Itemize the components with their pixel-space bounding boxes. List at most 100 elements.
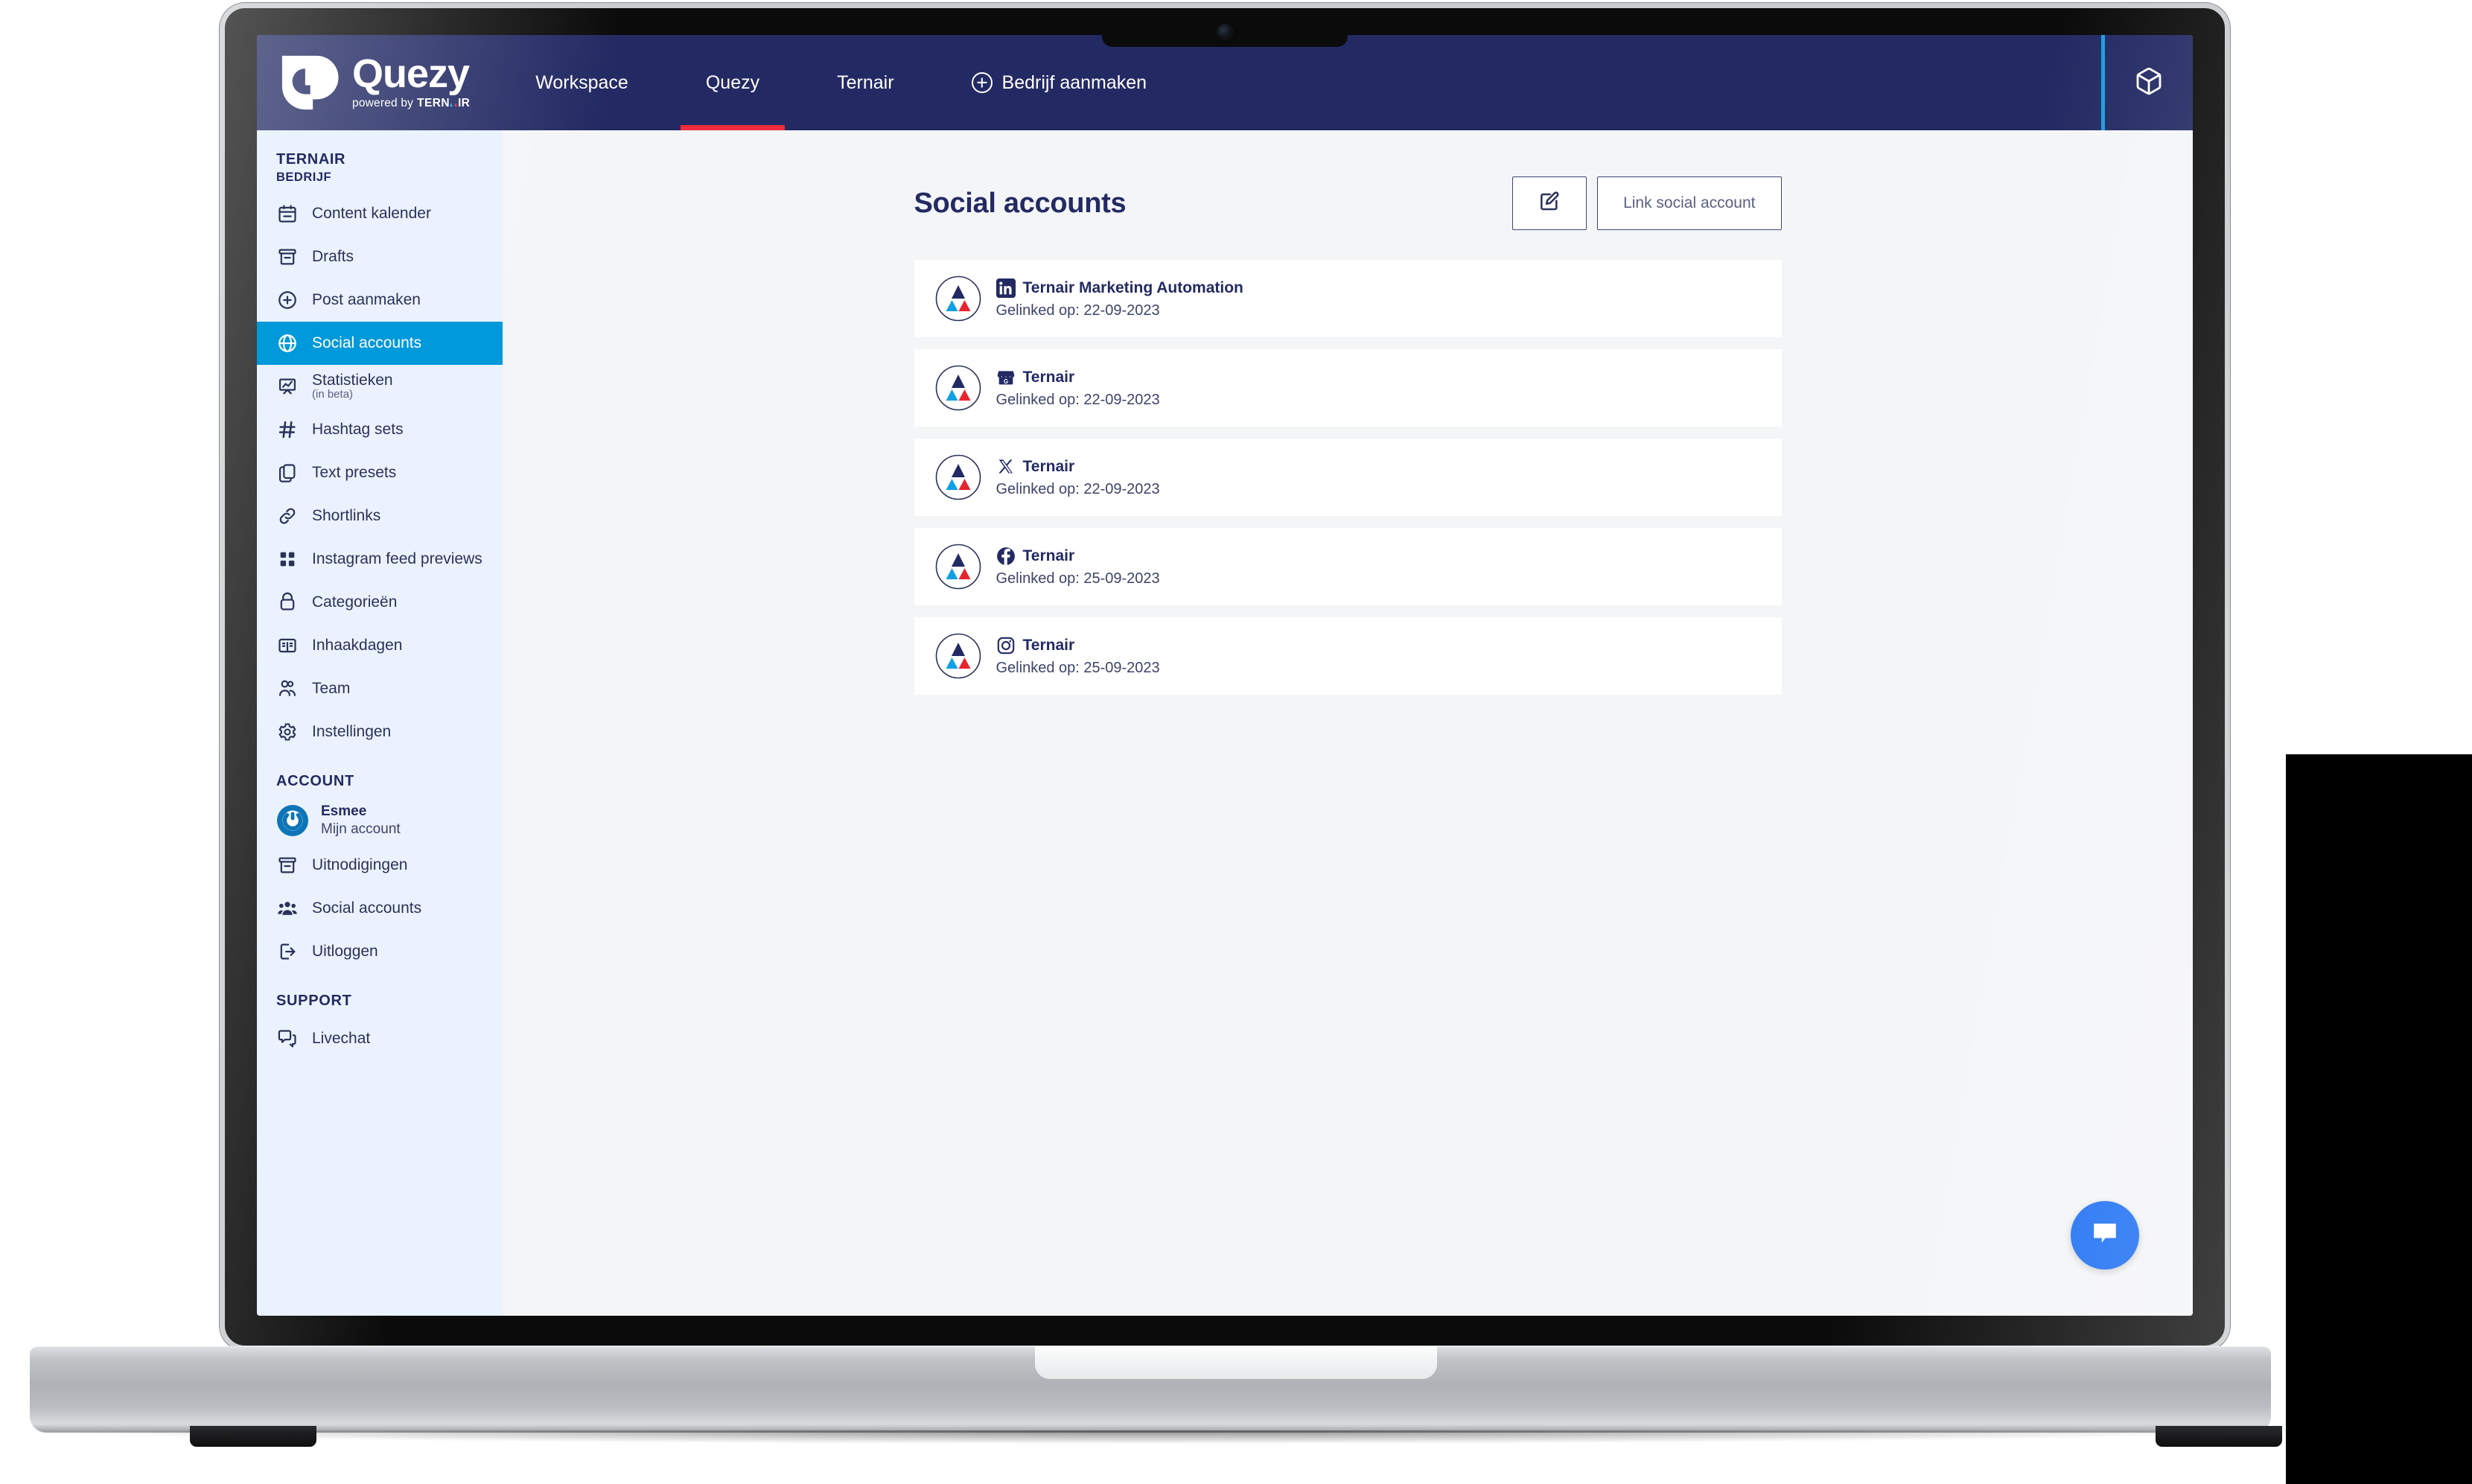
livechat-fab-button[interactable]	[2071, 1201, 2139, 1270]
sidebar-item-label: Statistieken	[312, 371, 393, 389]
sidebar-item-label: Categorieën	[312, 593, 398, 611]
account-info: G Ternair Gelinked op: 22-09-2023	[996, 368, 1160, 409]
sidebar-item-social-accounts[interactable]: Social accounts	[257, 322, 503, 365]
grid-icon	[276, 548, 299, 570]
nav-item-ternair[interactable]: Ternair	[798, 35, 932, 130]
sidebar: TERNAIR BEDRIJF Content kalender Drafts …	[257, 130, 503, 1316]
sidebar-item-label: Instellingen	[312, 723, 392, 740]
sidebar-item-instagram-feed-previews[interactable]: Instagram feed previews	[257, 538, 503, 581]
sidebar-org-header: TERNAIR BEDRIJF	[257, 147, 503, 192]
chat-icon	[276, 1028, 299, 1050]
sidebar-org-name: TERNAIR	[276, 151, 346, 168]
nav-item-workspace[interactable]: Workspace	[497, 35, 667, 130]
app-body: TERNAIR BEDRIJF Content kalender Drafts …	[257, 130, 2193, 1316]
instagram-icon	[996, 636, 1016, 656]
table-row[interactable]: G Ternair Gelinked op: 22-09-2023	[914, 349, 1782, 427]
sidebar-item-label: Drafts	[312, 248, 354, 265]
users-icon	[276, 678, 299, 700]
sidebar-account-sublabel: Mijn account	[321, 821, 401, 837]
sidebar-item-content-kalender[interactable]: Content kalender	[257, 192, 503, 235]
brand-logo[interactable]: Quezy powered by TERN IR	[276, 51, 470, 115]
nav-item-bedrijf-aanmaken[interactable]: Bedrijf aanmaken	[933, 35, 1186, 130]
content-container: Social accounts Link social account Tern…	[914, 176, 1782, 695]
nav-item-quezy-label: Quezy	[705, 71, 760, 93]
sidebar-item-team[interactable]: Team	[257, 667, 503, 710]
avatar	[935, 633, 981, 679]
account-info: Ternair Marketing Automation Gelinked op…	[996, 278, 1243, 319]
account-name: Ternair	[1022, 458, 1075, 475]
sidebar-item-label: Inhaakdagen	[312, 637, 403, 654]
sidebar-item-instellingen[interactable]: Instellingen	[257, 710, 503, 754]
table-row[interactable]: Ternair Gelinked op: 25-09-2023	[914, 528, 1782, 605]
ternair-triangle-a-icon	[450, 98, 458, 107]
top-navigation-bar: Quezy powered by TERN IR Workspace Quezy…	[257, 35, 2193, 130]
sidebar-item-uitnodigingen[interactable]: Uitnodigingen	[257, 844, 503, 887]
avatar	[935, 454, 981, 500]
sidebar-item-hashtag-sets[interactable]: Hashtag sets	[257, 408, 503, 451]
sidebar-account-name: Esmee	[321, 803, 367, 819]
edit-square-icon	[1538, 190, 1561, 217]
account-name: Ternair	[1022, 637, 1075, 654]
laptop-shadow	[45, 1430, 2256, 1444]
google-business-icon: G	[996, 368, 1016, 388]
main-content: Social accounts Link social account Tern…	[503, 130, 2193, 1316]
sidebar-item-label: Shortlinks	[312, 507, 381, 524]
globe-icon	[276, 332, 299, 354]
sidebar-item-livechat[interactable]: Livechat	[257, 1017, 503, 1060]
sidebar-item-label: Hashtag sets	[312, 421, 404, 438]
sidebar-section-support: SUPPORT	[276, 993, 352, 1009]
cube-icon-button[interactable]	[2105, 35, 2193, 130]
sidebar-item-mijn-account[interactable]: Esmee Mijn account	[257, 797, 503, 844]
account-name: Ternair	[1022, 369, 1075, 386]
account-linked-date: Gelinked op: 22-09-2023	[996, 480, 1160, 497]
sidebar-item-text-presets[interactable]: Text presets	[257, 451, 503, 494]
calendar-icon	[276, 203, 299, 225]
plus-circle-icon	[971, 72, 993, 93]
sidebar-item-drafts[interactable]: Drafts	[257, 235, 503, 278]
table-row[interactable]: Ternair Marketing Automation Gelinked op…	[914, 260, 1782, 337]
svg-text:G: G	[1004, 378, 1008, 385]
page-header-actions: Link social account	[1512, 176, 1782, 230]
copy-icon	[276, 462, 299, 484]
sidebar-item-sublabel: (in beta)	[312, 388, 354, 401]
account-name-row: Ternair	[996, 636, 1160, 656]
link-social-account-button[interactable]: Link social account	[1597, 176, 1782, 230]
sidebar-item-inhaakdagen[interactable]: Inhaakdagen	[257, 624, 503, 667]
nav-item-workspace-label: Workspace	[535, 71, 628, 93]
sidebar-item-statistieken[interactable]: Statistieken (in beta)	[257, 365, 503, 408]
account-name-row: G Ternair	[996, 368, 1160, 388]
ternair-pre: TERN	[417, 97, 450, 110]
sidebar-item-uitloggen[interactable]: Uitloggen	[257, 930, 503, 973]
gear-icon	[276, 721, 299, 743]
ternair-post: IR	[457, 97, 471, 110]
nav-item-quezy[interactable]: Quezy	[667, 35, 798, 130]
edit-button[interactable]	[1512, 176, 1587, 230]
table-row[interactable]: Ternair Gelinked op: 22-09-2023	[914, 439, 1782, 516]
top-nav-items: Workspace Quezy Ternair Bedrijf aanmaken	[497, 35, 1185, 130]
sidebar-item-categorieen[interactable]: Categorieën	[257, 581, 503, 624]
nav-item-bedrijf-aanmaken-label: Bedrijf aanmaken	[1001, 71, 1147, 93]
account-linked-date: Gelinked op: 22-09-2023	[996, 302, 1160, 319]
sidebar-item-post-aanmaken[interactable]: Post aanmaken	[257, 278, 503, 322]
table-row[interactable]: Ternair Gelinked op: 25-09-2023	[914, 617, 1782, 695]
cube-icon	[2134, 66, 2164, 100]
chat-bubble-icon	[2087, 1216, 2123, 1255]
account-linked-date: Gelinked op: 25-09-2023	[996, 570, 1160, 587]
sidebar-item-shortlinks[interactable]: Shortlinks	[257, 494, 503, 538]
account-name-row: Ternair Marketing Automation	[996, 278, 1243, 299]
x-twitter-icon	[996, 457, 1016, 477]
sidebar-item-label: Team	[312, 680, 351, 697]
archive-icon	[276, 246, 299, 268]
avatar	[935, 365, 981, 411]
sidebar-item-label: Social accounts	[312, 334, 422, 351]
sidebar-item-account-social-accounts[interactable]: Social accounts	[257, 887, 503, 930]
brand-name: Quezy	[352, 51, 470, 96]
sidebar-item-label: Uitnodigingen	[312, 856, 408, 873]
link-icon	[276, 505, 299, 527]
brand-tagline-ternair: TERN IR	[417, 97, 470, 110]
avatar	[276, 804, 309, 837]
users-group-icon	[276, 897, 299, 920]
sidebar-item-label: Social accounts	[312, 899, 422, 917]
page-header: Social accounts Link social account	[914, 176, 1782, 230]
account-linked-date: Gelinked op: 22-09-2023	[996, 391, 1160, 408]
